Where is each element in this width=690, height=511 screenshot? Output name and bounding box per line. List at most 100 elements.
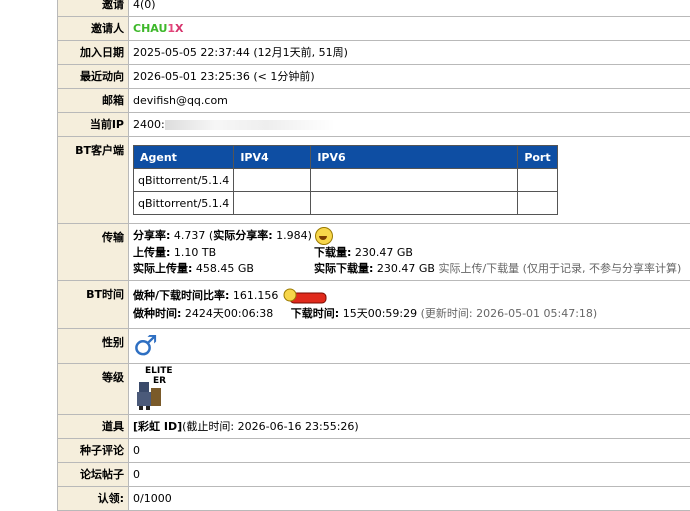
label-transfer: 传输	[58, 224, 129, 281]
transfer-note: 实际上传/下载量 (仅用于记录, 不参与分享率计算)	[438, 262, 681, 275]
real-upload-value: 458.45 GB	[196, 262, 254, 275]
label-claims: 认领:	[58, 487, 129, 511]
real-upload-cell: 实际上传量: 458.45 GB	[133, 261, 314, 277]
row-inviter: 邀请人 CHAU1X	[58, 17, 690, 41]
value-inviter[interactable]: CHAU1X	[129, 17, 690, 41]
bt-port	[518, 192, 557, 215]
label-gender: 性别	[58, 329, 129, 364]
value-transfer: 分享率: 4.737 (实际分享率: 1.984) 上传量: 1.10 TB 下…	[129, 224, 690, 281]
value-claims: 0/1000	[129, 487, 690, 511]
label-joined: 加入日期	[58, 41, 129, 65]
real-upload-label: 实际上传量:	[133, 262, 192, 275]
row-ip: 当前IP 2400:	[58, 113, 690, 137]
bt-ipv4	[234, 169, 311, 192]
label-invite: 邀请	[58, 0, 129, 17]
label-posts: 论坛帖子	[58, 463, 129, 487]
ratio-value: 4.737	[174, 229, 206, 242]
ip-redaction	[165, 120, 335, 130]
bt-agent: qBittorrent/5.1.4	[134, 169, 234, 192]
row-comments: 种子评论 0	[58, 439, 690, 463]
item-name: [彩虹 ID]	[133, 420, 182, 433]
value-comments: 0	[129, 439, 690, 463]
label-email: 邮箱	[58, 89, 129, 113]
row-email: 邮箱 devifish@qq.com	[58, 89, 690, 113]
bt-ipv6	[311, 192, 518, 215]
updated-time: (更新时间: 2026-05-01 05:47:18)	[421, 307, 598, 320]
value-gender: ♂	[129, 329, 690, 364]
row-bt-time: BT时间 做种/下载时间比率: 161.156 做种时间: 2424天00:06…	[58, 281, 690, 329]
value-joined: 2025-05-05 22:37:44 (12月1天前, 51周)	[129, 41, 690, 65]
label-bt-time: BT时间	[58, 281, 129, 329]
row-items: 道具 [彩虹 ID](截止时间: 2026-06-16 23:55:26)	[58, 415, 690, 439]
value-level: ELITE ER	[129, 364, 690, 415]
row-claims: 认领: 0/1000	[58, 487, 690, 511]
row-last-active: 最近动向 2026-05-01 23:25:36 (< 1分钟前)	[58, 65, 690, 89]
bt-agent: qBittorrent/5.1.4	[134, 192, 234, 215]
value-posts: 0	[129, 463, 690, 487]
label-ip: 当前IP	[58, 113, 129, 137]
col-agent: Agent	[134, 146, 234, 169]
bt-ipv4	[234, 192, 311, 215]
row-invite: 邀请 4(0)	[58, 0, 690, 17]
seed-ratio-value: 161.156	[233, 289, 279, 302]
bt-ipv6	[311, 169, 518, 192]
value-bt-client: Agent IPV4 IPV6 Port qBittorrent/5.1.4 q…	[129, 137, 690, 224]
row-gender: 性别 ♂	[58, 329, 690, 364]
upload-download-line: 上传量: 1.10 TB 下载量: 230.47 GB	[133, 245, 690, 261]
label-items: 道具	[58, 415, 129, 439]
inviter-name-b[interactable]: 1	[167, 22, 175, 35]
sleeping-icon	[282, 287, 328, 305]
row-posts: 论坛帖子 0	[58, 463, 690, 487]
ratio-label: 分享率:	[133, 229, 170, 242]
real-transfer-line: 实际上传量: 458.45 GB 实际下载量: 230.47 GB 实际上传/下…	[133, 261, 690, 277]
label-level: 等级	[58, 364, 129, 415]
download-label: 下载量:	[314, 246, 351, 259]
seed-time-line: 做种时间: 2424天00:06:38 下载时间: 15天00:59:29 (更…	[133, 305, 690, 322]
row-bt-client: BT客户端 Agent IPV4 IPV6 Port qBittorrent/5…	[58, 137, 690, 224]
ratio-line: 分享率: 4.737 (实际分享率: 1.984)	[133, 227, 690, 245]
label-inviter: 邀请人	[58, 17, 129, 41]
smiley-icon	[315, 227, 333, 245]
real-download-cell: 实际下载量: 230.47 GB 实际上传/下载量 (仅用于记录, 不参与分享率…	[314, 261, 681, 277]
value-email: devifish@qq.com	[129, 89, 690, 113]
user-info-table: 邀请 4(0) 邀请人 CHAU1X 加入日期 2025-05-05 22:37…	[57, 0, 690, 511]
ip-text: 2400:	[133, 118, 165, 131]
bt-port	[518, 169, 557, 192]
value-bt-time: 做种/下载时间比率: 161.156 做种时间: 2424天00:06:38 下…	[129, 281, 690, 329]
upload-label: 上传量:	[133, 246, 170, 259]
dl-time-value: 15天00:59:29	[343, 307, 417, 320]
upload-value: 1.10 TB	[174, 246, 216, 259]
bt-client-table: Agent IPV4 IPV6 Port qBittorrent/5.1.4 q…	[133, 145, 558, 215]
col-port: Port	[518, 146, 557, 169]
bt-client-header: Agent IPV4 IPV6 Port	[134, 146, 558, 169]
item-expire: (截止时间: 2026-06-16 23:55:26)	[182, 420, 359, 433]
row-transfer: 传输 分享率: 4.737 (实际分享率: 1.984) 上传量: 1.10 T…	[58, 224, 690, 281]
real-download-value: 230.47 GB	[377, 262, 435, 275]
value-ip: 2400:	[129, 113, 690, 137]
download-value: 230.47 GB	[355, 246, 413, 259]
row-level: 等级 ELITE ER	[58, 364, 690, 415]
col-ipv4: IPV4	[234, 146, 311, 169]
level-badge: ELITE ER	[133, 364, 177, 414]
seed-time-value: 2424天00:06:38	[185, 307, 273, 320]
dl-time-label: 下载时间:	[291, 307, 339, 320]
value-invite: 4(0)	[129, 0, 690, 17]
soldier-icon	[133, 378, 165, 410]
col-ipv6: IPV6	[311, 146, 518, 169]
inviter-name-a[interactable]: CHAU	[133, 22, 167, 35]
value-last-active: 2026-05-01 23:25:36 (< 1分钟前)	[129, 65, 690, 89]
real-ratio-value: 1.984	[276, 229, 308, 242]
label-comments: 种子评论	[58, 439, 129, 463]
badge-text-1: ELITE	[145, 366, 173, 376]
seed-ratio-line: 做种/下载时间比率: 161.156	[133, 287, 690, 305]
real-download-label: 实际下载量:	[314, 262, 373, 275]
download-cell: 下载量: 230.47 GB	[314, 245, 413, 261]
upload-cell: 上传量: 1.10 TB	[133, 245, 314, 261]
seed-time-label: 做种时间:	[133, 307, 181, 320]
label-bt-client: BT客户端	[58, 137, 129, 224]
label-last-active: 最近动向	[58, 65, 129, 89]
bt-client-row: qBittorrent/5.1.4	[134, 169, 558, 192]
value-items: [彩虹 ID](截止时间: 2026-06-16 23:55:26)	[129, 415, 690, 439]
inviter-name-c[interactable]: X	[175, 22, 183, 35]
real-ratio-label: 实际分享率:	[213, 229, 272, 242]
